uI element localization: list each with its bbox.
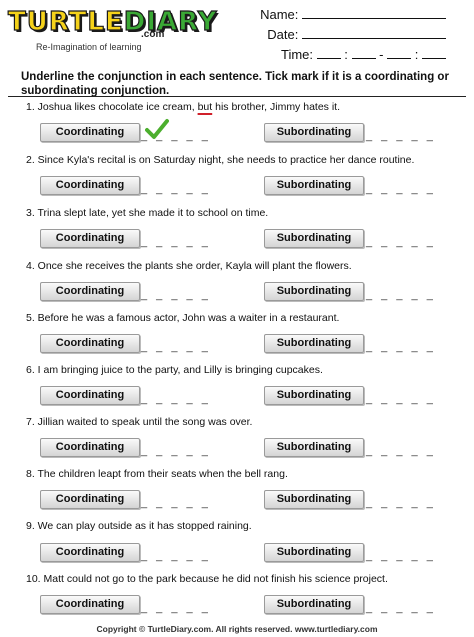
answer-blank[interactable]: _ _ _ _ _ xyxy=(141,497,211,509)
answer-blank[interactable]: _ _ _ _ _ xyxy=(141,236,211,248)
logo-tagline: Re-Imagination of learning xyxy=(36,42,142,52)
subordinating-button[interactable]: Subordinating xyxy=(264,543,364,562)
answer-blank[interactable]: _ _ _ _ _ xyxy=(366,445,436,457)
subordinating-button[interactable]: Subordinating xyxy=(264,229,364,248)
subordinating-button[interactable]: Subordinating xyxy=(264,490,364,509)
logo-wordmark: TURTLEDIARY xyxy=(7,6,218,37)
time-field: Time: : - : xyxy=(281,46,446,62)
divider xyxy=(8,96,466,97)
answer-blank[interactable]: _ _ _ _ _ xyxy=(366,236,436,248)
coordinating-button[interactable]: Coordinating xyxy=(40,123,140,142)
answer-blank[interactable]: _ _ _ _ _ xyxy=(366,130,436,142)
answer-blank[interactable]: _ _ _ _ _ xyxy=(366,183,436,195)
question-4: 4. Once she receives the plants she orde… xyxy=(26,260,352,272)
coordinating-button[interactable]: Coordinating xyxy=(40,282,140,301)
date-field: Date: xyxy=(267,26,446,42)
instructions: Underline the conjunction in each senten… xyxy=(21,71,449,97)
question-2: 2. Since Kyla's recital is on Saturday n… xyxy=(26,154,415,166)
question-6: 6. I am bringing juice to the party, and… xyxy=(26,364,323,376)
subordinating-button[interactable]: Subordinating xyxy=(264,123,364,142)
logo-dotcom: .com xyxy=(141,29,165,40)
question-7: 7. Jillian waited to speak until the son… xyxy=(26,416,253,428)
answer-blank[interactable]: _ _ _ _ _ xyxy=(141,183,211,195)
coordinating-button[interactable]: Coordinating xyxy=(40,176,140,195)
question-8: 8. The children leapt from their seats w… xyxy=(26,468,288,480)
answer-blank[interactable]: _ _ _ _ _ xyxy=(141,602,211,614)
copyright-footer: Copyright © TurtleDiary.com. All rights … xyxy=(96,624,378,634)
answer-blank[interactable]: _ _ _ _ _ xyxy=(141,341,211,353)
answer-blank[interactable]: _ _ _ _ _ xyxy=(366,497,436,509)
question-3: 3. Trina slept late, yet she made it to … xyxy=(26,207,269,219)
coordinating-button[interactable]: Coordinating xyxy=(40,543,140,562)
question-9: 9. We can play outside as it has stopped… xyxy=(26,520,252,532)
name-label: Name: xyxy=(260,7,299,22)
coordinating-button[interactable]: Coordinating xyxy=(40,334,140,353)
coordinating-button[interactable]: Coordinating xyxy=(40,595,140,614)
subordinating-button[interactable]: Subordinating xyxy=(264,595,364,614)
answer-blank[interactable]: _ _ _ _ _ xyxy=(141,550,211,562)
answer-blank[interactable]: _ _ _ _ _ xyxy=(141,393,211,405)
coordinating-button[interactable]: Coordinating xyxy=(40,229,140,248)
question-1: 1. Joshua likes chocolate ice cream, but… xyxy=(26,101,340,113)
answer-blank[interactable]: _ _ _ _ _ xyxy=(366,550,436,562)
answer-blank[interactable]: _ _ _ _ _ xyxy=(366,289,436,301)
date-label: Date: xyxy=(267,27,299,42)
subordinating-button[interactable]: Subordinating xyxy=(264,438,364,457)
coordinating-button[interactable]: Coordinating xyxy=(40,386,140,405)
date-line xyxy=(302,26,446,39)
question-10: 10. Matt could not go to the park becaus… xyxy=(26,573,388,585)
subordinating-button[interactable]: Subordinating xyxy=(264,386,364,405)
check-mark-icon xyxy=(145,119,169,139)
subordinating-button[interactable]: Subordinating xyxy=(264,334,364,353)
answer-blank[interactable]: _ _ _ _ _ xyxy=(366,602,436,614)
coordinating-button[interactable]: Coordinating xyxy=(40,438,140,457)
answer-blank[interactable]: _ _ _ _ _ xyxy=(366,341,436,353)
question-5: 5. Before he was a famous actor, John wa… xyxy=(26,312,340,324)
coordinating-button[interactable]: Coordinating xyxy=(40,490,140,509)
name-field: Name: xyxy=(260,6,446,22)
answer-blank[interactable]: _ _ _ _ _ xyxy=(141,289,211,301)
time-label: Time: xyxy=(281,47,314,62)
subordinating-button[interactable]: Subordinating xyxy=(264,176,364,195)
answer-blank[interactable]: _ _ _ _ _ xyxy=(366,393,436,405)
turtle-diary-logo: TURTLEDIARY .com Re-Imagination of learn… xyxy=(7,6,217,53)
name-line xyxy=(302,6,446,19)
subordinating-button[interactable]: Subordinating xyxy=(264,282,364,301)
underlined-conjunction: but xyxy=(197,101,213,113)
answer-blank[interactable]: _ _ _ _ _ xyxy=(141,445,211,457)
